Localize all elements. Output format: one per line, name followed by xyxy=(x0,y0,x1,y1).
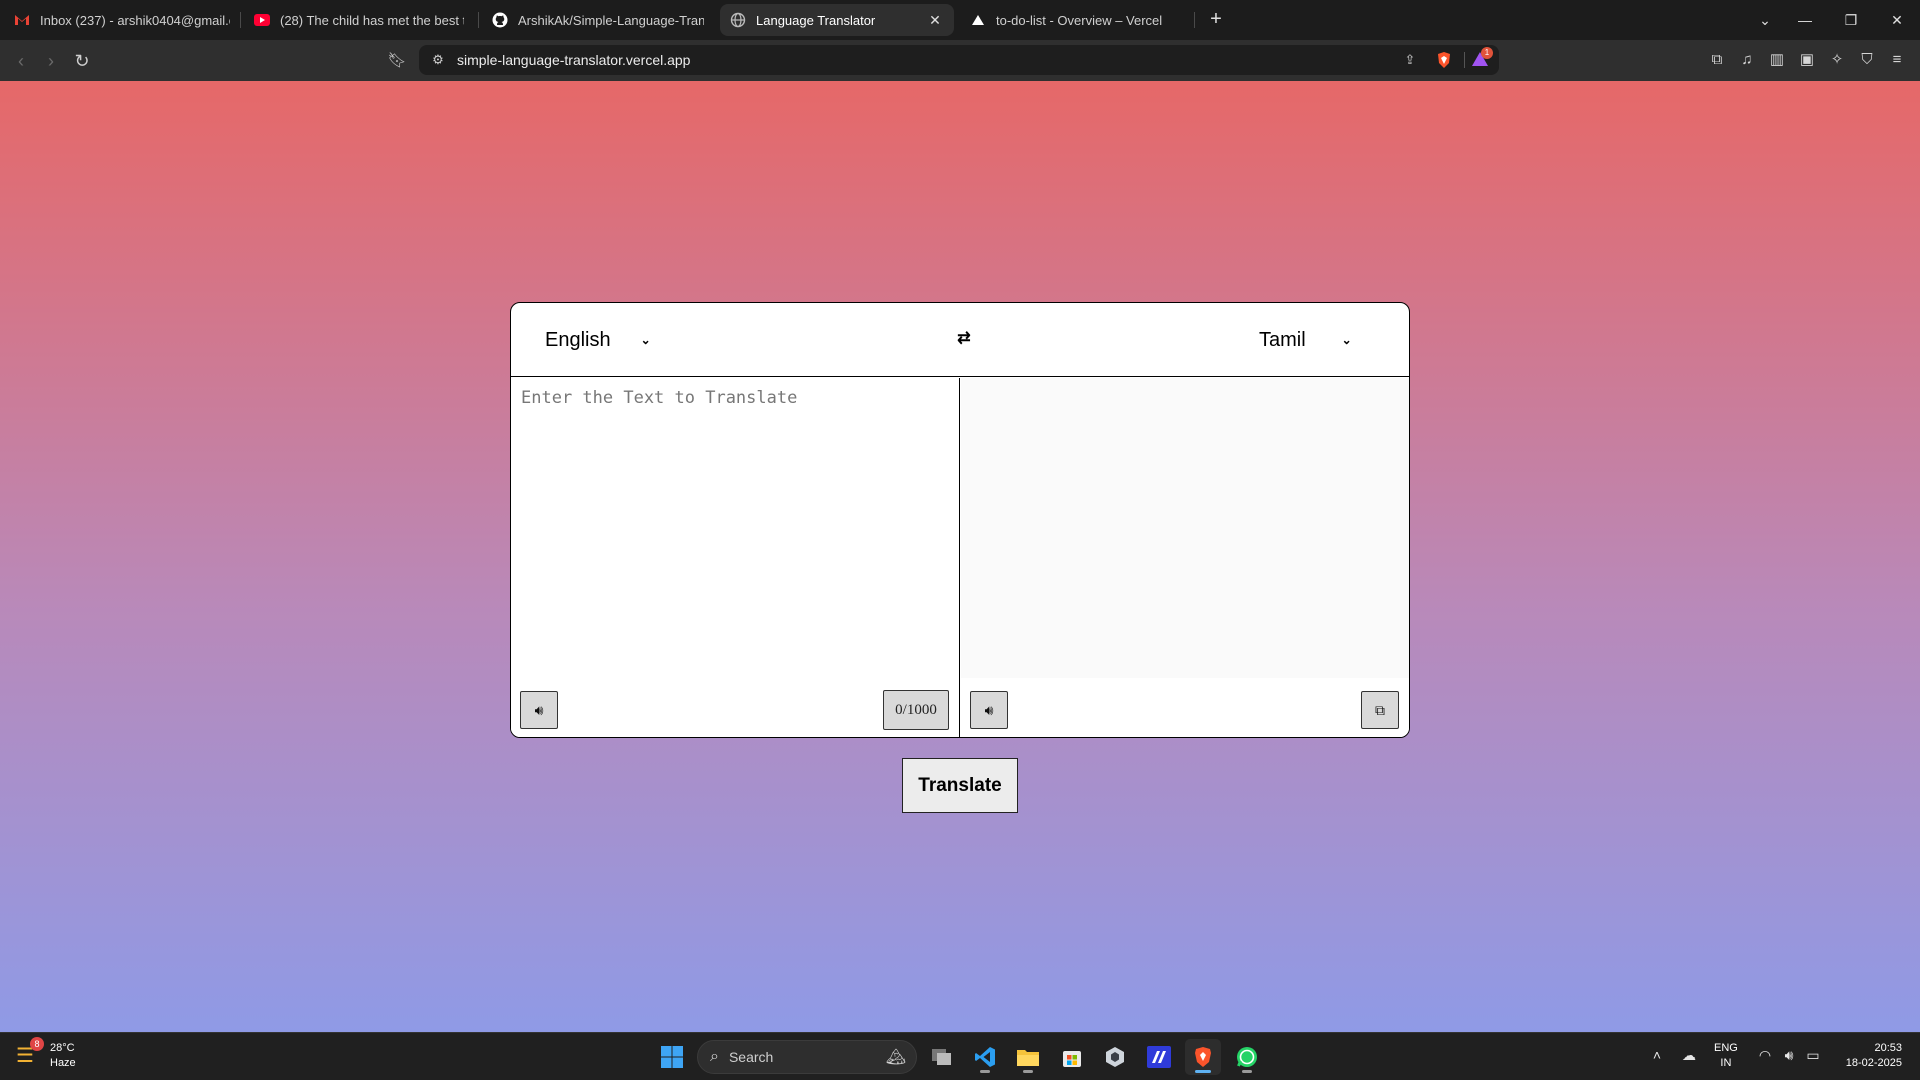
windows-start-icon[interactable] xyxy=(654,1039,690,1075)
rewards-badge: 1 xyxy=(1481,47,1493,59)
weather-widget[interactable]: ☰ 8 28°C Haze xyxy=(16,1037,76,1071)
source-language-label: English xyxy=(545,328,611,351)
forward-arrow-icon[interactable]: › xyxy=(38,48,64,74)
vercel-icon xyxy=(970,12,986,28)
urlbar-divider xyxy=(1464,52,1465,68)
clock-time: 20:53 xyxy=(1874,1042,1902,1054)
onedrive-offline-icon[interactable]: ☁ xyxy=(1678,1047,1700,1064)
address-bar[interactable]: ⚙ simple-language-translator.vercel.app … xyxy=(419,45,1499,75)
media-music-icon[interactable]: ♫ xyxy=(1737,50,1757,70)
github-icon xyxy=(492,12,508,28)
vpn-shield-icon[interactable]: ⛉ xyxy=(1857,50,1877,70)
tab-gmail[interactable]: Inbox (237) - arshik0404@gmail.com xyxy=(4,4,240,36)
tab-github[interactable]: ArshikAk/Simple-Language-Translator xyxy=(482,4,714,36)
chevron-down-icon: ⌄ xyxy=(640,333,651,347)
brave-rewards-icon[interactable]: 1 xyxy=(1471,47,1493,69)
search-highlight-icon: 🏔︎ xyxy=(885,1049,906,1066)
tab-divider xyxy=(1194,12,1195,28)
tab-vercel[interactable]: to-do-list - Overview – Vercel xyxy=(960,4,1190,36)
close-window-icon[interactable]: ✕ xyxy=(1882,6,1912,34)
translated-text-pane: 🔊︎ ⧉ xyxy=(961,378,1409,737)
tab-language-translator[interactable]: Language Translator ✕ xyxy=(720,4,954,36)
wifi-icon[interactable]: ◠ xyxy=(1754,1047,1776,1064)
url-text[interactable]: simple-language-translator.vercel.app xyxy=(457,52,690,68)
source-text-pane: 🔊︎ 0/1000 xyxy=(511,378,960,737)
weather-badge: 8 xyxy=(30,1037,44,1051)
running-indicator xyxy=(980,1070,990,1073)
browser-toolbar: ‹ › ↻ 🔖︎ ⚙ simple-language-translator.ve… xyxy=(0,40,1920,81)
target-language-select[interactable]: Tamil ⌄ xyxy=(1259,323,1352,357)
tab-youtube[interactable]: (28) The child has met the best teacher xyxy=(244,4,474,36)
search-icon: ⌕ xyxy=(710,1048,719,1065)
language-bar: English ⌄ ⇄ Tamil ⌄ xyxy=(511,303,1409,377)
chevron-down-icon: ⌄ xyxy=(1341,333,1352,347)
volume-icon[interactable]: 🔊︎ xyxy=(1778,1047,1800,1064)
reload-icon[interactable]: ↻ xyxy=(69,48,95,74)
speak-target-button[interactable]: 🔊︎ xyxy=(970,691,1008,729)
weather-desc: Haze xyxy=(50,1057,76,1069)
translated-text-output xyxy=(961,378,1409,678)
taskbar-search-box[interactable]: ⌕ Search 🏔︎ xyxy=(697,1040,917,1074)
clock-date: 18-02-2025 xyxy=(1845,1057,1902,1069)
share-icon[interactable]: ⇪ xyxy=(1401,51,1419,69)
source-language-select[interactable]: English ⌄ xyxy=(545,323,651,357)
search-label: Search xyxy=(728,1049,774,1065)
close-tab-icon[interactable]: ✕ xyxy=(926,11,944,29)
gmail-icon xyxy=(14,12,30,28)
copy-translation-button[interactable]: ⧉ xyxy=(1361,691,1399,729)
tab-divider xyxy=(478,12,479,28)
system-clock[interactable]: 20:53 18-02-2025 xyxy=(1834,1041,1902,1071)
tab-divider xyxy=(240,12,241,28)
site-settings-icon[interactable]: ⚙ xyxy=(429,51,447,69)
speaker-icon: 🔊︎ xyxy=(984,701,994,718)
haze-weather-icon: ☰ 8 xyxy=(16,1037,44,1069)
youtube-icon xyxy=(254,12,270,28)
whatsapp-icon[interactable] xyxy=(1229,1039,1265,1075)
show-hidden-icons-chevron-icon[interactable]: ˄ xyxy=(1646,1047,1668,1063)
new-tab-plus-icon[interactable]: + xyxy=(1204,8,1228,32)
browser-tab-strip: Inbox (237) - arshik0404@gmail.com (28) … xyxy=(0,0,1920,40)
copy-icon: ⧉ xyxy=(1375,701,1385,718)
brave-browser-icon[interactable] xyxy=(1185,1039,1221,1075)
vscode-icon[interactable] xyxy=(967,1039,1003,1075)
menu-hamburger-icon[interactable]: ≡ xyxy=(1887,50,1907,70)
leo-ai-icon[interactable]: ✧ xyxy=(1827,50,1847,70)
active-indicator xyxy=(1195,1070,1211,1073)
restore-icon[interactable]: ❐ xyxy=(1836,6,1866,34)
brave-shields-icon[interactable] xyxy=(1435,51,1453,69)
language-code: ENG xyxy=(1714,1042,1738,1054)
character-counter: 0/1000 xyxy=(883,690,949,730)
running-indicator xyxy=(1023,1070,1033,1073)
microsoft-store-icon[interactable] xyxy=(1054,1039,1090,1075)
target-language-label: Tamil xyxy=(1259,328,1306,351)
battery-icon[interactable]: ▭ xyxy=(1802,1047,1824,1064)
sidebar-icon[interactable]: ▥ xyxy=(1767,50,1787,70)
translator-card: English ⌄ ⇄ Tamil ⌄ 🔊︎ 0/1000 🔊︎ ⧉ xyxy=(510,302,1410,738)
unity-hub-icon[interactable] xyxy=(1097,1039,1133,1075)
running-indicator xyxy=(1242,1070,1252,1073)
file-explorer-icon[interactable] xyxy=(1010,1039,1046,1075)
task-view-icon[interactable] xyxy=(924,1039,960,1075)
minimize-icon[interactable]: — xyxy=(1790,6,1820,34)
translator-page: English ⌄ ⇄ Tamil ⌄ 🔊︎ 0/1000 🔊︎ ⧉ xyxy=(0,81,1920,1032)
back-arrow-icon[interactable]: ‹ xyxy=(8,48,34,74)
weather-temp: 28°C xyxy=(50,1042,75,1054)
translate-button[interactable]: Translate xyxy=(902,758,1018,813)
visual-studio-icon[interactable] xyxy=(1141,1039,1177,1075)
swap-languages-icon[interactable]: ⇄ xyxy=(952,327,976,351)
bookmark-icon[interactable]: 🔖︎ xyxy=(384,48,410,74)
speaker-icon: 🔊︎ xyxy=(534,701,544,718)
windows-taskbar: ☰ 8 28°C Haze ⌕ Search 🏔︎ ˄ ☁ ENG IN ◠ 🔊… xyxy=(0,1032,1920,1080)
wallet-icon[interactable]: ▣ xyxy=(1797,50,1817,70)
speak-source-button[interactable]: 🔊︎ xyxy=(520,691,558,729)
globe-icon xyxy=(730,12,746,28)
source-text-input[interactable] xyxy=(511,378,960,678)
extensions-puzzle-icon[interactable]: ⧉ xyxy=(1707,50,1727,70)
region-code: IN xyxy=(1720,1057,1732,1069)
input-language-indicator[interactable]: ENG IN xyxy=(1714,1041,1738,1071)
tab-search-chevron-icon[interactable]: ⌄ xyxy=(1750,6,1780,34)
